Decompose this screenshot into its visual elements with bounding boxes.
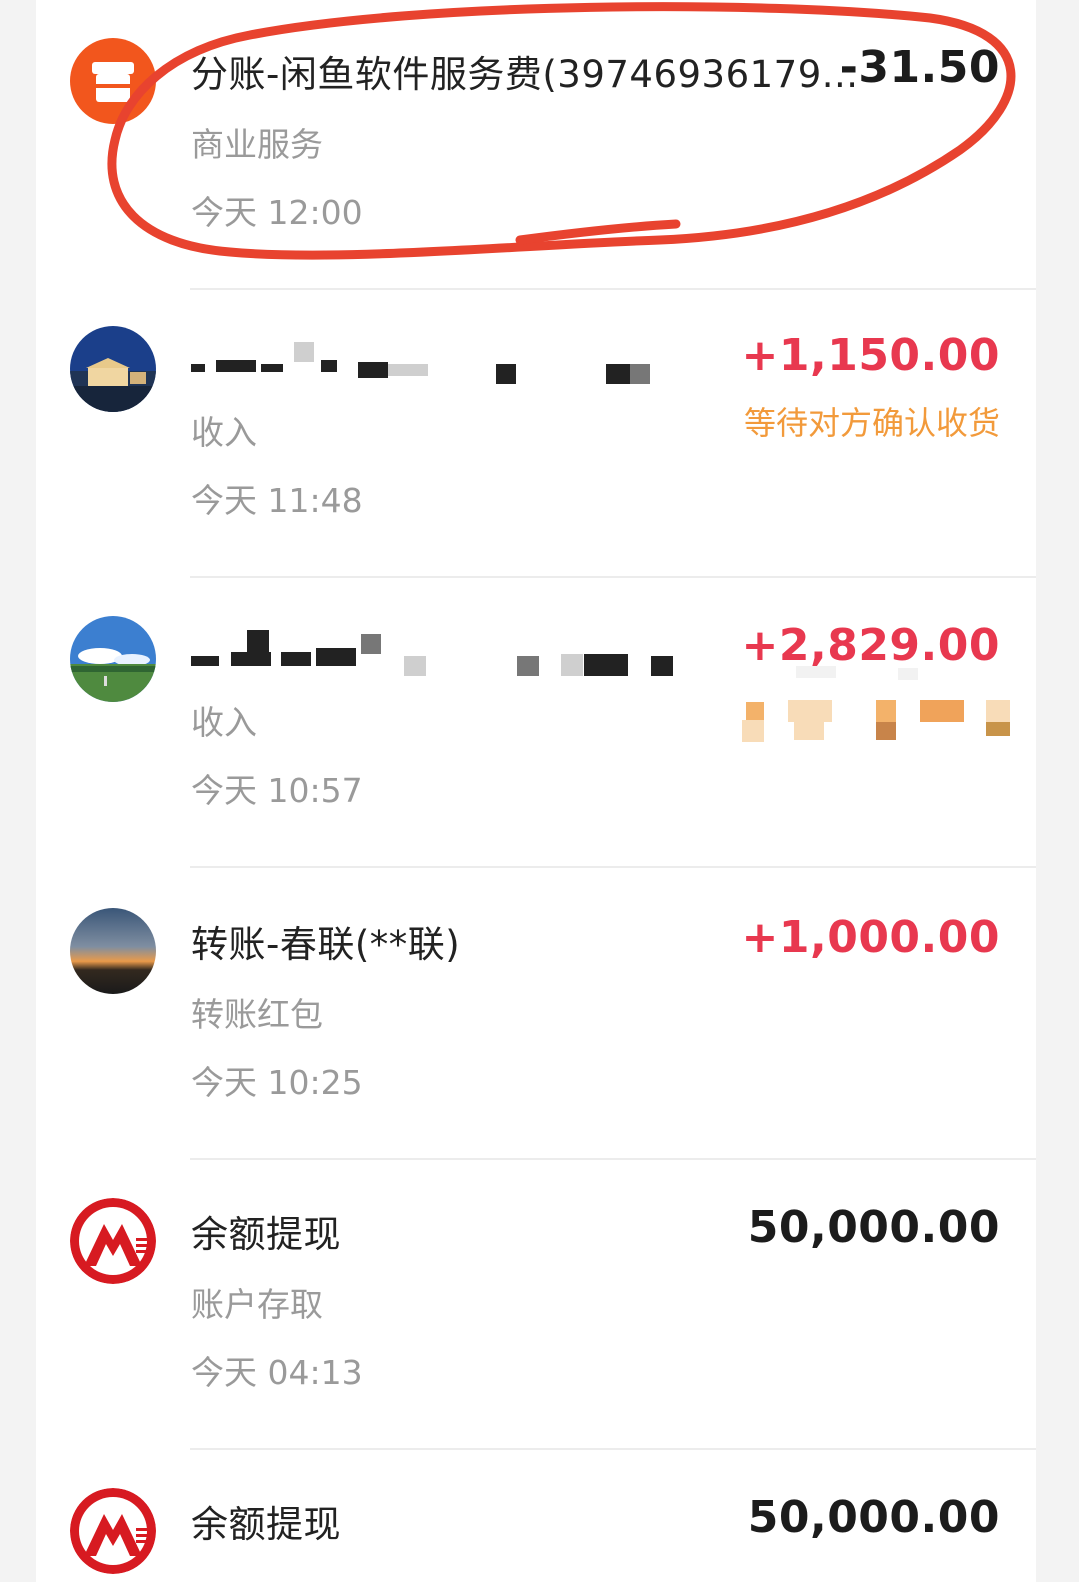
redaction-mosaic: [321, 360, 337, 372]
redaction-mosaic: [231, 652, 271, 666]
transaction-amount: +2,829.00: [741, 620, 1000, 671]
redaction-mosaic: [361, 634, 381, 654]
transaction-row[interactable]: 余额提现 50,000.00: [36, 1450, 1036, 1582]
transaction-status: 等待对方确认收货: [743, 404, 1000, 442]
transaction-amount: 50,000.00: [747, 1492, 1000, 1543]
store-icon: [70, 38, 156, 124]
transaction-time: 今天 12:00: [191, 193, 363, 232]
status-redacted: [986, 722, 1010, 736]
transaction-category: 转账红包: [191, 995, 323, 1034]
transaction-row[interactable]: +1,150.00 等待对方确认收货 收入 今天 11:48: [36, 288, 1036, 578]
transaction-amount: -31.50: [839, 42, 1000, 93]
bank-logo-icon: [70, 1488, 156, 1574]
redaction-mosaic: [496, 364, 516, 384]
transaction-amount: +1,000.00: [741, 912, 1000, 963]
redaction-mosaic: [191, 364, 205, 372]
avatar-sunset: [70, 908, 156, 994]
transaction-time: 今天 11:48: [191, 481, 363, 520]
transaction-row[interactable]: +2,829.00 收入 今天 10:57: [36, 578, 1036, 868]
transaction-time: 今天 10:57: [191, 771, 363, 810]
transaction-category: 收入: [191, 413, 257, 452]
redaction-mosaic: [358, 362, 388, 378]
status-redacted: [746, 702, 764, 720]
redaction-mosaic: [404, 656, 426, 676]
status-redacted: [986, 700, 1010, 722]
redaction-mosaic: [316, 648, 356, 666]
redaction-mosaic: [606, 364, 630, 384]
redaction-mosaic: [584, 654, 628, 676]
transaction-row[interactable]: 转账-春联(**联) +1,000.00 转账红包 今天 10:25: [36, 870, 1036, 1160]
avatar-field-sky: [70, 616, 156, 702]
status-redacted: [876, 700, 896, 722]
redaction-mosaic: [898, 668, 918, 680]
transaction-time: 今天 04:13: [191, 1353, 363, 1392]
transaction-category: 商业服务: [191, 125, 323, 164]
redaction-mosaic: [247, 630, 269, 652]
redaction-mosaic: [216, 360, 256, 372]
redaction-mosaic: [796, 666, 836, 678]
redaction-mosaic: [517, 656, 539, 676]
transaction-title: 余额提现: [191, 1503, 341, 1546]
bank-logo-icon: [70, 1198, 156, 1284]
transaction-title: 分账-闲鱼软件服务费(39746936179...: [191, 53, 859, 96]
redaction-mosaic: [281, 652, 311, 666]
status-redacted: [876, 722, 896, 740]
transaction-amount: 50,000.00: [747, 1202, 1000, 1253]
status-redacted: [788, 700, 832, 722]
redaction-mosaic: [561, 654, 583, 676]
avatar-building-night: [70, 326, 156, 412]
redaction-mosaic: [651, 656, 673, 676]
status-redacted: [920, 700, 964, 722]
redaction-mosaic: [388, 364, 428, 376]
status-redacted: [794, 722, 824, 740]
transaction-amount: +1,150.00: [741, 330, 1000, 381]
redaction-mosaic: [261, 364, 283, 372]
row-divider: [190, 866, 1036, 868]
redaction-mosaic: [294, 342, 314, 362]
transaction-category: 账户存取: [191, 1285, 323, 1324]
redaction-mosaic: [191, 656, 219, 666]
transaction-category: 收入: [191, 703, 257, 742]
transaction-row[interactable]: 余额提现 50,000.00 账户存取 今天 04:13: [36, 1160, 1036, 1450]
transaction-title: 转账-春联(**联): [191, 923, 461, 966]
transaction-title: 余额提现: [191, 1213, 341, 1256]
transaction-row[interactable]: 分账-闲鱼软件服务费(39746936179... -31.50 商业服务 今天…: [36, 0, 1036, 290]
status-redacted: [742, 720, 764, 742]
redaction-mosaic: [630, 364, 650, 384]
transaction-time: 今天 10:25: [191, 1063, 363, 1102]
